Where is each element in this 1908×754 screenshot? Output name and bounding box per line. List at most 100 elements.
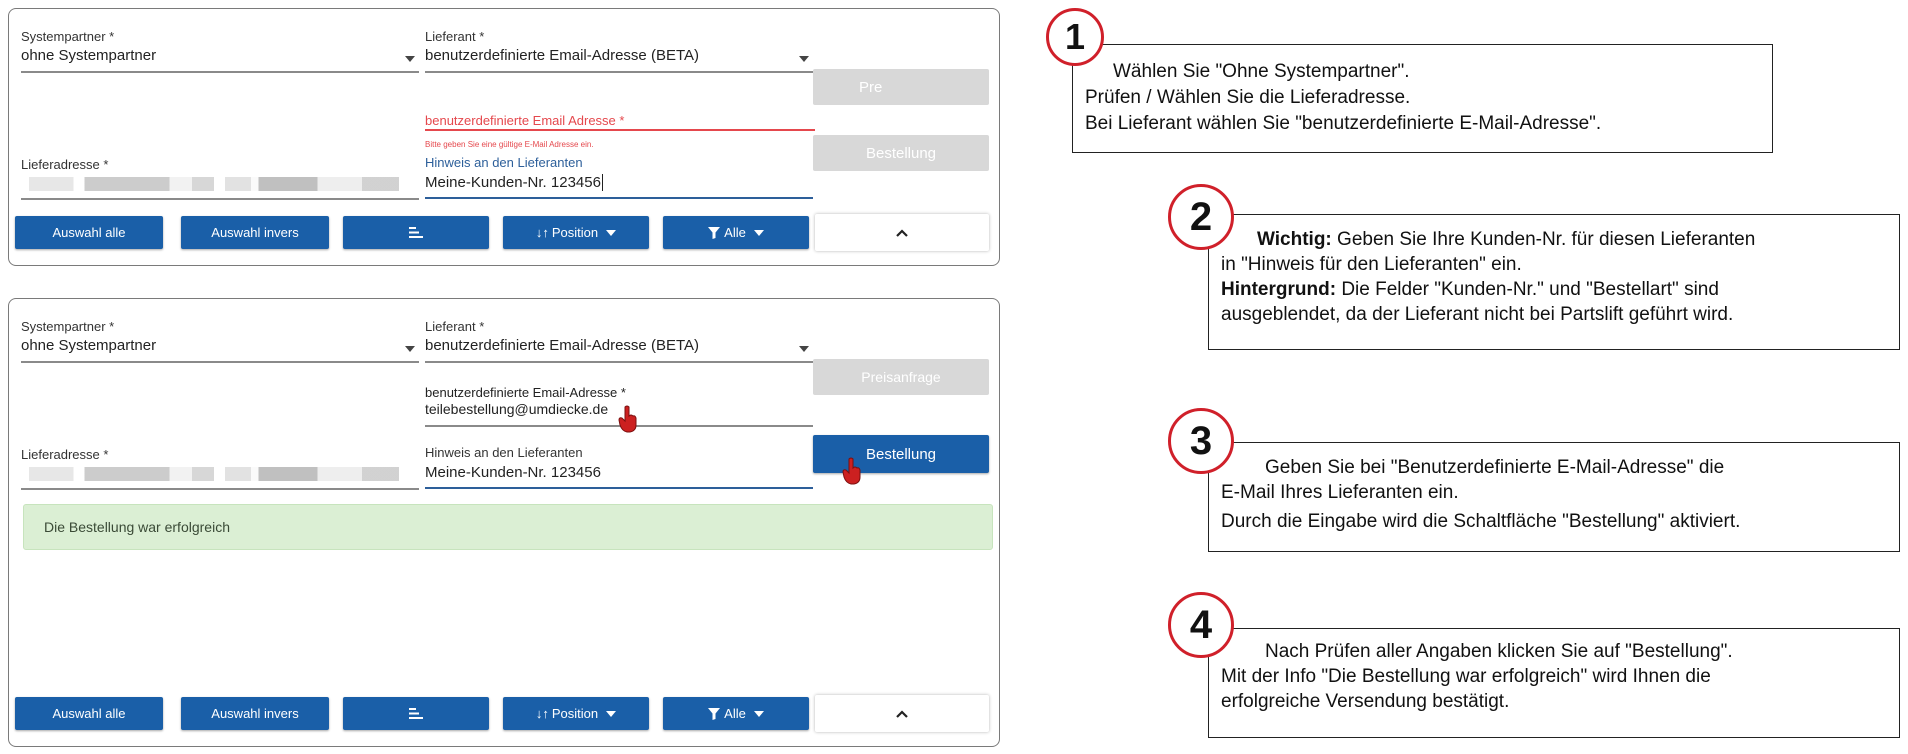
- auswahl-alle-button[interactable]: Auswahl alle: [15, 697, 163, 730]
- lieferant-value: benutzerdefinierte Email-Adresse (BETA): [425, 47, 699, 64]
- callout-1-line1: Wählen Sie "Ohne Systempartner".: [1113, 61, 1410, 82]
- systempartner-value: ohne Systempartner: [21, 337, 157, 354]
- position-sort-button[interactable]: ↓↑ Position: [503, 697, 649, 730]
- pointer-hand-icon: [842, 457, 861, 485]
- sort-arrows-icon: ↓↑: [535, 225, 549, 240]
- filter-icon: [708, 707, 721, 720]
- sort-button[interactable]: [343, 216, 489, 249]
- callout-2-bold3: Hintergrund:: [1221, 279, 1337, 300]
- systempartner-select[interactable]: ohne Systempartner: [21, 43, 419, 69]
- preisanfrage-button[interactable]: Preisanfrage: [813, 359, 989, 395]
- auswahl-alle-button[interactable]: Auswahl alle: [15, 216, 163, 249]
- filter-button[interactable]: Alle: [663, 697, 809, 730]
- chevron-down-icon: [799, 56, 809, 62]
- callout-3-line3: Durch die Eingabe wird die Schaltfläche …: [1221, 511, 1741, 532]
- chevron-up-icon: [896, 228, 908, 237]
- chevron-down-icon: [405, 346, 415, 352]
- sort-button[interactable]: [343, 697, 489, 730]
- systempartner-label: Systempartner *: [21, 29, 115, 44]
- lieferant-select[interactable]: benutzerdefinierte Email-Adresse (BETA): [425, 333, 813, 359]
- auswahl-invers-label: Auswahl invers: [211, 706, 299, 721]
- position-sort-button[interactable]: ↓↑ Position: [503, 216, 649, 249]
- callout-2-line3: Hintergrund: Die Felder "Kunden-Nr." und…: [1221, 277, 1889, 302]
- custom-email-underline-error: [425, 129, 815, 131]
- chevron-down-icon: [753, 710, 764, 717]
- bestellung-button-disabled[interactable]: Bestellung: [813, 135, 989, 171]
- callout-step-3: Geben Sie bei "Benutzerdefinierte E-Mail…: [1208, 442, 1900, 552]
- custom-email-label: benutzerdefinierte Email-Adresse *: [425, 385, 626, 400]
- callout-3-line1: Geben Sie bei "Benutzerdefinierte E-Mail…: [1265, 457, 1725, 478]
- order-panel-step3: Systempartner * ohne Systempartner Liefe…: [8, 298, 1000, 747]
- step-2-number: 2: [1189, 194, 1213, 239]
- custom-email-error-text: Bitte geben Sie eine gültige E-Mail Adre…: [425, 140, 594, 149]
- bestellung-button-active[interactable]: Bestellung: [813, 435, 989, 473]
- sort-arrows-icon: ↓↑: [535, 706, 549, 721]
- position-label: Position: [551, 225, 599, 240]
- hinweis-underline: [425, 487, 813, 489]
- hinweis-input[interactable]: Meine-Kunden-Nr. 123456: [425, 461, 813, 485]
- lieferant-value: benutzerdefinierte Email-Adresse (BETA): [425, 337, 699, 354]
- chevron-up-icon: [896, 709, 908, 718]
- filter-label: Alle: [724, 225, 746, 240]
- auswahl-invers-button[interactable]: Auswahl invers: [181, 216, 329, 249]
- chevron-down-icon: [405, 56, 415, 62]
- callout-2-text3: Die Felder "Kunden-Nr." und "Bestellart"…: [1336, 279, 1719, 300]
- lieferadresse-underline: [21, 488, 419, 490]
- systempartner-select[interactable]: ohne Systempartner: [21, 333, 419, 359]
- callout-2-line4: ausgeblendet, da der Lieferant nicht bei…: [1221, 304, 1734, 325]
- systempartner-value: ohne Systempartner: [21, 47, 157, 64]
- lieferadresse-label: Lieferadresse *: [21, 447, 109, 462]
- chevron-down-icon: [606, 229, 617, 236]
- hinweis-input[interactable]: Meine-Kunden-Nr. 123456: [425, 171, 813, 195]
- step-badge-3: 3: [1168, 408, 1234, 474]
- bestellung-button-label: Bestellung: [865, 445, 937, 463]
- hinweis-underline-focused: [425, 197, 813, 199]
- systempartner-underline: [21, 361, 419, 363]
- custom-email-value: teilebestellung@umdiecke.de: [425, 401, 609, 417]
- success-message: Die Bestellung war erfolgreich: [44, 519, 230, 535]
- preisanfrage-button[interactable]: Pre: [813, 69, 989, 105]
- lieferant-label: Lieferant *: [425, 29, 485, 44]
- hinweis-label: Hinweis an den Lieferanten: [425, 445, 583, 460]
- callout-step-2: Wichtig: Geben Sie Ihre Kunden-Nr. für d…: [1208, 214, 1900, 350]
- step-3-number: 3: [1189, 418, 1213, 463]
- lieferadresse-value-blurred[interactable]: [29, 177, 399, 191]
- preisanfrage-button-label: Pre: [859, 78, 883, 96]
- callout-3-line2: E-Mail Ihres Lieferanten ein.: [1221, 482, 1459, 503]
- callout-4-line2: Mit der Info "Die Bestellung war erfolgr…: [1221, 666, 1711, 687]
- custom-email-label: benutzerdefinierte Email Adresse *: [425, 113, 625, 128]
- lieferadresse-underline: [21, 198, 419, 200]
- auswahl-alle-label: Auswahl alle: [52, 706, 126, 721]
- hinweis-label: Hinweis an den Lieferanten: [425, 155, 583, 170]
- step-badge-1: 1: [1046, 8, 1104, 66]
- callout-2-line2: in "Hinweis für den Lieferanten" ein.: [1221, 254, 1522, 275]
- callout-4-line3: erfolgreiche Versendung bestätigt.: [1221, 691, 1510, 712]
- callout-step-1: Wählen Sie "Ohne Systempartner". Prüfen …: [1072, 44, 1773, 153]
- callout-2-bold1: Wichtig:: [1257, 229, 1332, 250]
- position-label: Position: [551, 706, 599, 721]
- step-badge-4: 4: [1168, 592, 1234, 658]
- step-4-number: 4: [1189, 602, 1213, 647]
- lieferadresse-value-blurred[interactable]: [29, 467, 399, 481]
- hinweis-value: Meine-Kunden-Nr. 123456: [425, 174, 603, 191]
- sort-icon: [409, 227, 423, 238]
- filter-button[interactable]: Alle: [663, 216, 809, 249]
- callout-2-line1: Wichtig: Geben Sie Ihre Kunden-Nr. für d…: [1221, 227, 1889, 252]
- auswahl-alle-label: Auswahl alle: [52, 225, 126, 240]
- auswahl-invers-button[interactable]: Auswahl invers: [181, 697, 329, 730]
- sort-icon: [409, 708, 423, 719]
- callout-1-line3: Bei Lieferant wählen Sie "benutzerdefini…: [1085, 113, 1602, 134]
- callout-step-4: Nach Prüfen aller Angaben klicken Sie au…: [1208, 628, 1900, 738]
- chevron-down-icon: [799, 346, 809, 352]
- systempartner-label: Systempartner *: [21, 319, 115, 334]
- collapse-button[interactable]: [815, 214, 989, 251]
- callout-1-line2: Prüfen / Wählen Sie die Lieferadresse.: [1085, 87, 1411, 108]
- lieferant-underline: [425, 71, 813, 73]
- systempartner-underline: [21, 71, 419, 73]
- hinweis-value: Meine-Kunden-Nr. 123456: [425, 464, 601, 481]
- lieferant-select[interactable]: benutzerdefinierte Email-Adresse (BETA): [425, 43, 813, 69]
- lieferant-underline: [425, 361, 813, 363]
- pointer-hand-icon: [618, 405, 637, 433]
- step-badge-2: 2: [1168, 184, 1234, 250]
- collapse-button[interactable]: [815, 695, 989, 732]
